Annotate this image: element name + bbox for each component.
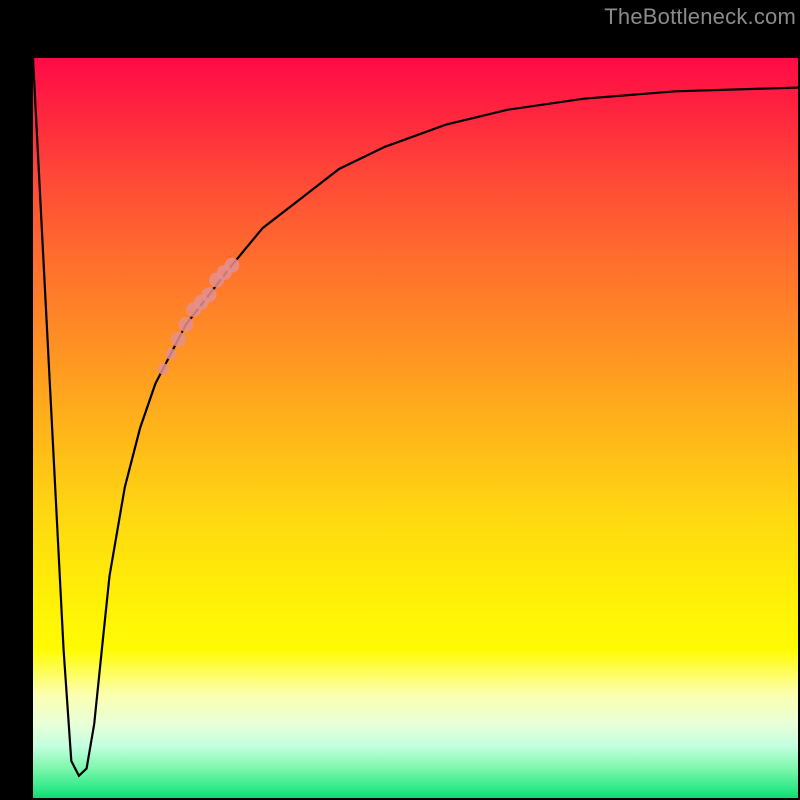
chart-frame — [0, 28, 800, 800]
curve-svg — [33, 58, 798, 798]
bottleneck-curve — [33, 58, 798, 776]
highlight-dot — [224, 258, 239, 273]
highlight-dot — [165, 349, 176, 360]
highlight-dot — [158, 363, 169, 374]
highlight-dot — [179, 317, 194, 332]
chart-stage: TheBottleneck.com — [0, 0, 800, 800]
plot-area — [33, 58, 798, 798]
watermark-text: TheBottleneck.com — [604, 4, 796, 30]
curve-path — [33, 58, 798, 776]
highlight-segment — [158, 258, 240, 375]
highlight-dot — [202, 287, 217, 302]
highlight-dot — [171, 332, 186, 347]
